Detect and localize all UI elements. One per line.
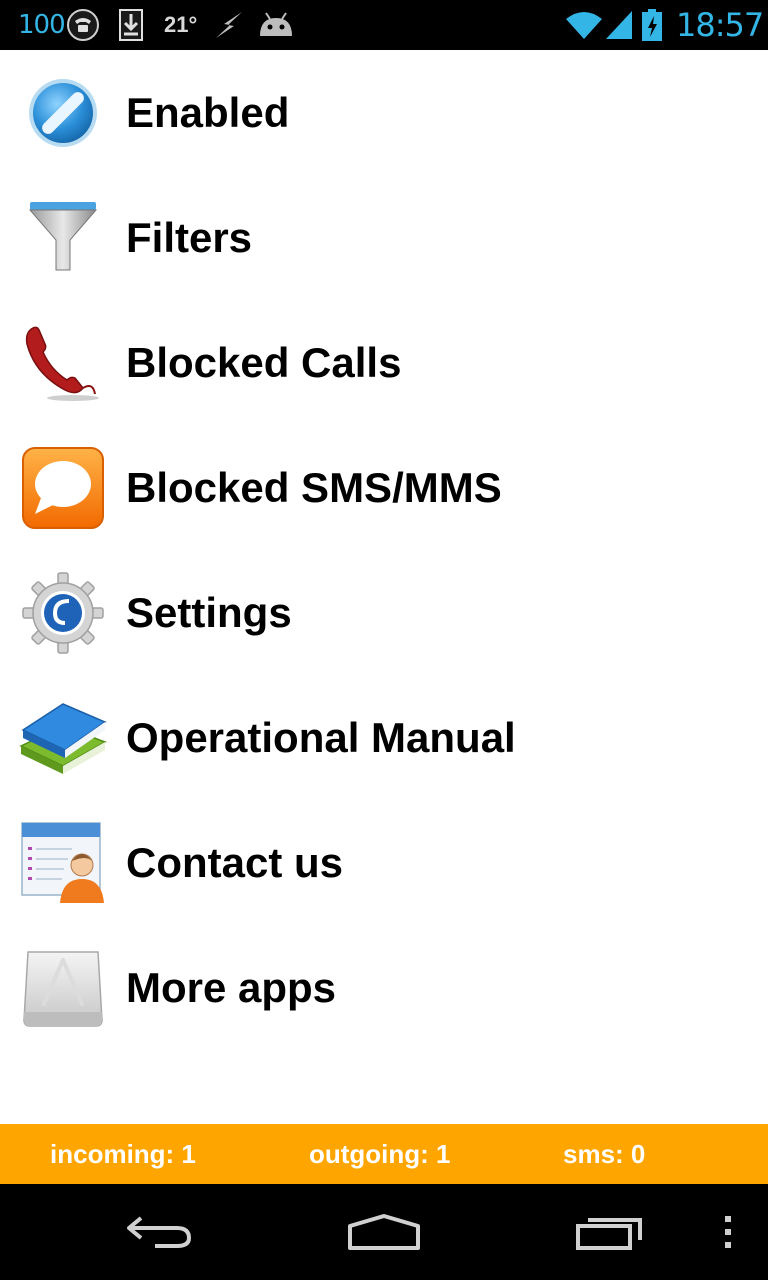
home-button[interactable] — [340, 1184, 428, 1280]
temperature-text: 21° — [164, 12, 198, 37]
menu-label: Contact us — [126, 838, 344, 886]
overflow-menu-icon — [725, 1216, 731, 1248]
menu-item-settings[interactable]: Settings — [0, 550, 768, 675]
app-store-icon — [18, 943, 108, 1033]
menu-item-filters[interactable]: Filters — [0, 175, 768, 300]
menu-label: More apps — [126, 963, 337, 1011]
back-button[interactable] — [118, 1184, 202, 1280]
menu-label: Enabled — [126, 88, 290, 136]
sms-counter: sms: 0 — [563, 1138, 646, 1169]
menu-item-blocked-calls[interactable]: Blocked Calls — [0, 300, 768, 425]
menu-label: Settings — [126, 588, 292, 636]
counter-bar: incoming: 1 outgoing: 1 sms: 0 — [0, 1124, 768, 1184]
phone-icon — [66, 0, 100, 50]
phone-handset-icon — [18, 318, 108, 408]
navigation-bar — [0, 1184, 768, 1280]
android-icon — [258, 0, 294, 50]
menu-label: Blocked Calls — [126, 338, 402, 386]
outgoing-counter: outgoing: 1 — [309, 1138, 451, 1169]
menu-item-contact-us[interactable]: Contact us — [0, 800, 768, 925]
wifi-icon — [564, 0, 604, 50]
main-menu: Enabled Filters Blocked Calls Blocked SM… — [0, 50, 768, 1050]
back-icon — [127, 1216, 192, 1248]
home-icon — [348, 1214, 420, 1250]
menu-item-enabled[interactable]: Enabled — [0, 50, 768, 175]
app-screen: 100 21° 18:57 Enabled Filters Blocked Ca… — [0, 0, 768, 1280]
download-icon — [118, 0, 144, 50]
menu-item-more-apps[interactable]: More apps — [0, 925, 768, 1050]
menu-label: Filters — [126, 213, 253, 261]
incoming-counter: incoming: 1 — [50, 1138, 196, 1169]
recent-apps-button[interactable] — [568, 1184, 652, 1280]
gear-icon — [18, 568, 108, 658]
flash-icon — [212, 0, 246, 50]
signal-icon — [604, 0, 634, 50]
battery-level-text: 100 — [18, 10, 66, 40]
battery-icon — [640, 0, 664, 50]
books-icon — [18, 693, 108, 783]
speech-bubble-icon — [18, 443, 108, 533]
status-bar: 100 21° 18:57 — [0, 0, 768, 50]
overflow-menu-button[interactable] — [712, 1184, 744, 1280]
enabled-icon — [18, 68, 108, 158]
menu-label: Blocked SMS/MMS — [126, 463, 502, 511]
contact-card-icon — [18, 818, 108, 908]
menu-label: Operational Manual — [126, 713, 516, 761]
funnel-icon — [18, 193, 108, 283]
menu-item-operational-manual[interactable]: Operational Manual — [0, 675, 768, 800]
recent-apps-icon — [576, 1218, 642, 1250]
clock-text: 18:57 — [676, 6, 764, 44]
menu-item-blocked-sms[interactable]: Blocked SMS/MMS — [0, 425, 768, 550]
